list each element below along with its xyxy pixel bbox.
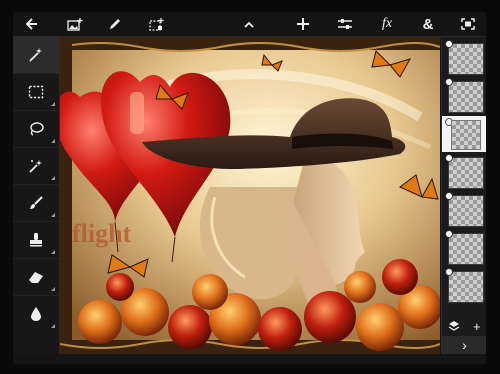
layer-visibility-dot bbox=[445, 192, 453, 200]
effects-label: fx bbox=[381, 16, 393, 31]
clone-stamp-tool[interactable] bbox=[13, 222, 59, 259]
submenu-indicator-icon bbox=[51, 287, 55, 291]
layer-thumbnail[interactable] bbox=[445, 40, 484, 75]
add-image-icon[interactable] bbox=[65, 12, 85, 36]
artwork: flight bbox=[60, 37, 440, 354]
drop-icon bbox=[31, 307, 41, 321]
smart-brush-icon bbox=[29, 160, 42, 173]
submenu-indicator-icon bbox=[51, 324, 55, 328]
layer-thumbnail[interactable] bbox=[445, 78, 484, 113]
pencil-icon[interactable] bbox=[106, 12, 124, 36]
adjustments-icon[interactable] bbox=[335, 12, 355, 36]
blend-icon[interactable]: & bbox=[419, 12, 437, 36]
blur-tool[interactable] bbox=[13, 296, 59, 332]
layer-visibility-dot bbox=[445, 40, 453, 48]
expand-panel-button[interactable]: › bbox=[442, 336, 486, 354]
chevron-right-icon: › bbox=[462, 337, 467, 353]
add-layer-button[interactable]: + bbox=[473, 319, 481, 334]
blend-label: & bbox=[422, 15, 434, 33]
brush-tool[interactable] bbox=[13, 185, 59, 222]
layer-visibility-dot bbox=[445, 268, 453, 276]
add-layer-icon[interactable] bbox=[294, 12, 312, 36]
layer-thumbnail[interactable] bbox=[445, 154, 484, 189]
smart-brush-tool[interactable] bbox=[13, 148, 59, 185]
magic-wand-tool[interactable] bbox=[13, 37, 59, 74]
submenu-indicator-icon bbox=[51, 176, 55, 180]
layer-visibility-dot bbox=[445, 154, 453, 162]
layer-footer: + bbox=[442, 318, 486, 334]
layer-thumbnail[interactable] bbox=[445, 192, 484, 227]
rectangle-select-tool[interactable] bbox=[13, 74, 59, 111]
eraser-icon bbox=[29, 272, 43, 283]
layer-visibility-dot bbox=[445, 230, 453, 238]
flight-text: flight bbox=[72, 219, 132, 248]
top-toolbar: fx & bbox=[13, 12, 486, 37]
chevron-up-icon[interactable] bbox=[240, 12, 258, 36]
magic-wand-icon bbox=[29, 48, 42, 62]
app-window: fx & flight + › bbox=[13, 12, 486, 364]
lasso-icon bbox=[30, 122, 44, 136]
submenu-indicator-icon bbox=[51, 139, 55, 143]
fullscreen-icon[interactable] bbox=[459, 12, 477, 36]
effects-icon[interactable]: fx bbox=[377, 12, 397, 36]
submenu-indicator-icon bbox=[51, 102, 55, 106]
transform-selection-icon[interactable] bbox=[146, 12, 166, 36]
clone-stamp-icon bbox=[30, 233, 42, 247]
tool-panel bbox=[13, 37, 60, 354]
image-canvas[interactable]: flight bbox=[60, 37, 440, 354]
brush-icon bbox=[30, 196, 43, 209]
layer-thumbnail[interactable] bbox=[445, 230, 484, 265]
layer-visibility-dot bbox=[445, 78, 453, 86]
submenu-indicator-icon bbox=[51, 213, 55, 217]
layer-thumbnail[interactable] bbox=[445, 268, 484, 303]
layer-thumbnail-selected[interactable] bbox=[442, 116, 486, 152]
layers-stack-icon[interactable] bbox=[448, 320, 460, 332]
back-arrow-icon[interactable] bbox=[23, 12, 41, 36]
layer-preview bbox=[451, 120, 481, 150]
rectangle-select-icon bbox=[28, 85, 44, 99]
lasso-tool[interactable] bbox=[13, 111, 59, 148]
submenu-indicator-icon bbox=[51, 250, 55, 254]
layers-panel: + › bbox=[441, 37, 486, 354]
eraser-tool[interactable] bbox=[13, 259, 59, 296]
